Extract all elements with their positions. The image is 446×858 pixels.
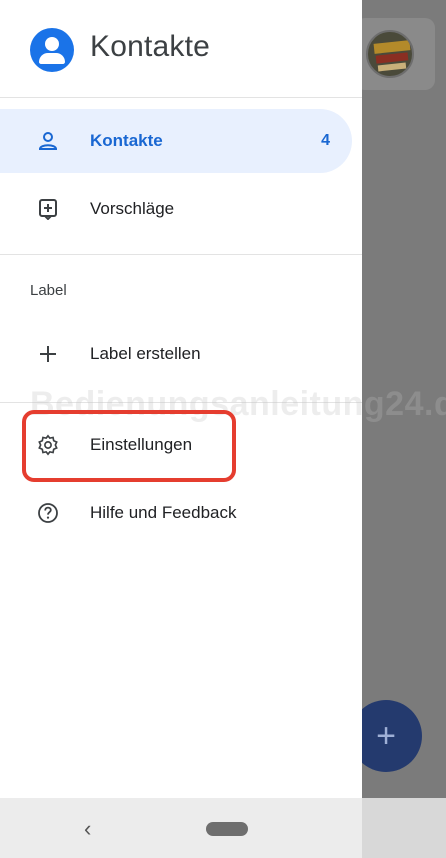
suggestions-icon (36, 197, 60, 221)
contacts-app-icon (30, 28, 74, 72)
nav-item-hilfe[interactable]: Hilfe und Feedback (0, 481, 352, 545)
person-icon (36, 129, 60, 153)
plus-icon (36, 342, 60, 366)
section-label: Label (30, 282, 67, 299)
nav-item-vorschlaege[interactable]: Vorschläge (0, 177, 352, 241)
nav-item-label-erstellen[interactable]: Label erstellen (0, 322, 352, 386)
nav-item-label: Hilfe und Feedback (90, 503, 237, 522)
app-title: Kontakte (90, 30, 211, 63)
home-pill-icon[interactable] (206, 822, 248, 836)
account-avatar[interactable] (366, 30, 414, 78)
contacts-count: 4 (321, 132, 330, 149)
drawer-header: Kontakte (0, 0, 362, 98)
highlight-annotation (22, 410, 236, 482)
help-icon (36, 501, 60, 525)
navbar-scrim (362, 798, 446, 858)
system-navigation-bar: ‹ (0, 798, 446, 858)
nav-item-label: Kontakte (90, 131, 163, 150)
divider (0, 254, 362, 255)
nav-item-label: Vorschläge (90, 199, 175, 218)
navigation-drawer: Kontakte Kontakte 4 Vorschläge Label Lab… (0, 0, 446, 798)
nav-item-label: Label erstellen (90, 344, 201, 363)
nav-item-kontakte[interactable]: Kontakte 4 (0, 109, 352, 173)
back-icon[interactable]: ‹ (84, 816, 91, 842)
